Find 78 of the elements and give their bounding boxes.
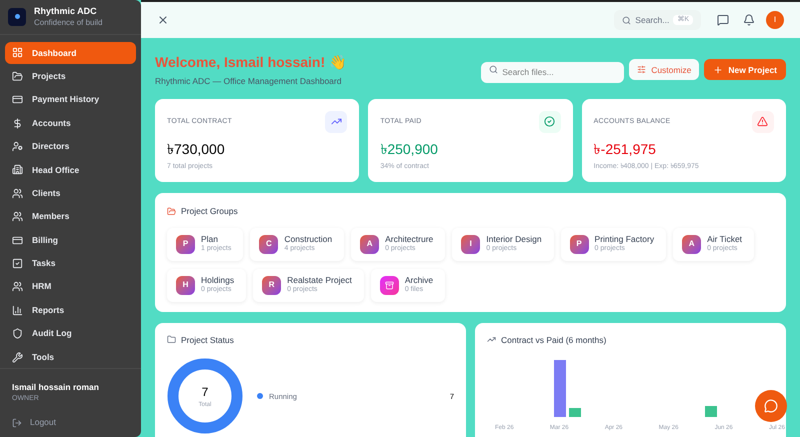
nav-item[interactable]: Audit Log bbox=[5, 322, 136, 345]
dashboard-subtitle: Rhythmic ADC — Office Management Dashboard bbox=[155, 75, 342, 88]
nav-item[interactable]: Billing bbox=[5, 229, 136, 252]
folder-icon bbox=[167, 206, 176, 216]
message-icon[interactable] bbox=[717, 14, 729, 26]
group-name: Holdings bbox=[201, 275, 234, 286]
logout-button[interactable]: Logout bbox=[12, 416, 129, 429]
paid-bar bbox=[569, 408, 581, 418]
search-icon bbox=[489, 65, 498, 74]
section-title: Contract vs Paid (6 months) bbox=[501, 334, 606, 346]
logout-icon bbox=[12, 418, 22, 428]
card-icon bbox=[12, 234, 23, 246]
nav-item[interactable]: Projects bbox=[5, 65, 136, 88]
users-icon bbox=[12, 281, 23, 292]
donut-total: 7 bbox=[202, 384, 208, 401]
group-name: Plan bbox=[201, 234, 220, 244]
archive-icon bbox=[380, 276, 399, 294]
group-name: Interior Design bbox=[486, 234, 542, 244]
group-name: Printing Factory bbox=[594, 234, 654, 244]
trend-icon bbox=[487, 335, 496, 344]
users-icon bbox=[12, 211, 23, 222]
nav-item[interactable]: Directors bbox=[5, 135, 136, 158]
group-name: Construction bbox=[284, 234, 332, 244]
search-placeholder: Search... bbox=[635, 14, 670, 26]
group-avatar: A bbox=[360, 234, 380, 254]
nav-item[interactable]: Tasks bbox=[5, 252, 136, 274]
users-icon bbox=[12, 188, 23, 199]
close-icon[interactable] bbox=[157, 14, 169, 26]
nav-item[interactable]: Reports bbox=[5, 299, 136, 322]
nav-item[interactable]: Accounts bbox=[5, 112, 136, 134]
group-avatar: P bbox=[570, 234, 589, 254]
shield-icon bbox=[12, 328, 23, 340]
warning-icon bbox=[752, 110, 774, 133]
bar-chart-icon bbox=[12, 304, 23, 316]
card-icon bbox=[12, 94, 23, 106]
logo-icon bbox=[8, 8, 26, 26]
group-name: Archive bbox=[404, 275, 434, 286]
dollar-icon bbox=[12, 118, 23, 129]
folder-icon bbox=[167, 335, 176, 344]
contract-bar bbox=[554, 360, 566, 418]
group-name: Air Ticket bbox=[707, 234, 742, 244]
user-name: Ismail hossain roman bbox=[12, 381, 100, 394]
group-avatar: R bbox=[262, 276, 282, 294]
trend-icon bbox=[325, 110, 348, 133]
brand-tagline: Confidence of build bbox=[34, 18, 102, 28]
building-icon bbox=[12, 164, 23, 176]
group-avatar: H bbox=[176, 276, 195, 294]
sliders-icon bbox=[637, 65, 646, 74]
file-search-field[interactable]: Search files... bbox=[481, 62, 624, 83]
wrench-icon bbox=[12, 352, 23, 362]
checkbox-icon bbox=[12, 258, 23, 269]
nav-item[interactable]: Clients bbox=[5, 182, 136, 204]
group-avatar: P bbox=[176, 234, 195, 254]
section-title: Project Groups bbox=[181, 204, 238, 218]
paid-bar bbox=[705, 406, 717, 418]
section-title: Project Status bbox=[181, 334, 234, 346]
group-avatar: C bbox=[259, 234, 278, 254]
stat-value: ৳730,000 bbox=[167, 140, 226, 159]
nav-item[interactable]: Head Office bbox=[5, 158, 136, 181]
stat-value: ৳250,900 bbox=[380, 140, 439, 159]
group-avatar: I bbox=[461, 234, 480, 254]
brand-name: Rhythmic ADC bbox=[34, 6, 98, 18]
user-icon bbox=[12, 140, 23, 152]
stat-value: ৳-251,975 bbox=[594, 140, 657, 159]
group-name: Architectrure bbox=[385, 234, 434, 244]
nav-item[interactable]: Members bbox=[5, 206, 136, 228]
grid-icon bbox=[12, 47, 23, 58]
notification-icon[interactable] bbox=[743, 14, 755, 26]
nav-item[interactable]: Tools bbox=[5, 346, 136, 368]
welcome-title: Welcome, Ismail hossain! 👋 bbox=[155, 53, 348, 72]
group-name: Realstate Project bbox=[287, 275, 352, 286]
nav-item[interactable]: HRM bbox=[5, 276, 136, 298]
folder-icon bbox=[12, 70, 23, 82]
plus-icon bbox=[713, 64, 724, 75]
chat-icon bbox=[764, 399, 778, 413]
search-icon bbox=[622, 16, 632, 24]
group-avatar: A bbox=[682, 234, 702, 254]
nav-item[interactable]: Payment History bbox=[5, 88, 136, 111]
